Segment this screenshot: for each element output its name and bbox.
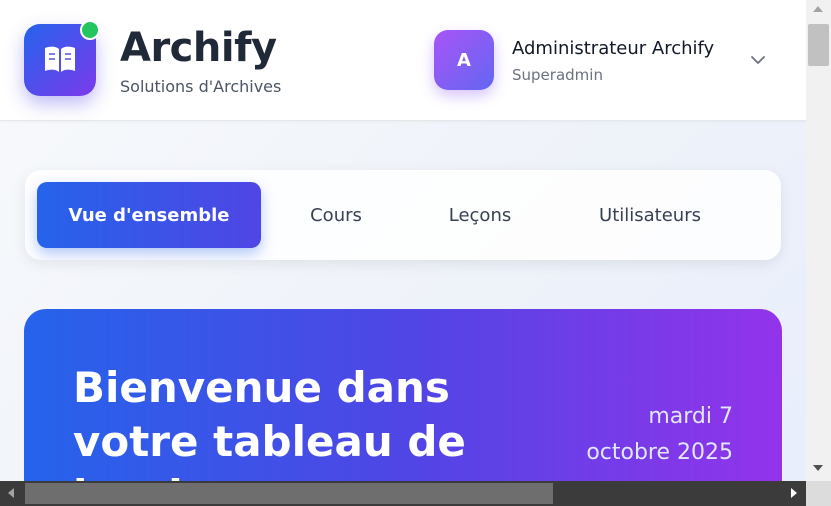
chevron-down-icon[interactable] [750, 52, 766, 68]
scroll-up-arrow-icon[interactable] [812, 4, 824, 14]
vertical-scrollbar-thumb[interactable] [808, 24, 829, 66]
app-header: Archify Solutions d'Archives A Administr… [0, 0, 806, 121]
scrollbar-corner [806, 481, 831, 506]
book-open-icon [45, 46, 75, 72]
tab-overview[interactable]: Vue d'ensemble [37, 182, 261, 248]
scroll-right-arrow-icon[interactable] [789, 487, 799, 499]
scroll-left-arrow-icon[interactable] [6, 487, 16, 499]
online-status-dot [80, 20, 100, 40]
date-line-2: octobre 2025 [586, 440, 733, 465]
vertical-scrollbar[interactable] [806, 0, 831, 481]
tab-courses[interactable]: Cours [281, 182, 391, 248]
date-line-1: mardi 7 [648, 404, 733, 429]
brand-subtitle: Solutions d'Archives [120, 77, 282, 96]
brand-title: Archify [120, 25, 277, 71]
tab-lessons[interactable]: Leçons [425, 182, 535, 248]
welcome-title: Bienvenue dans votre tableau de bord [73, 363, 466, 481]
user-name[interactable]: Administrateur Archify [512, 37, 714, 61]
user-avatar[interactable]: A [434, 30, 494, 90]
scroll-down-arrow-icon[interactable] [812, 463, 824, 473]
tab-users[interactable]: Utilisateurs [575, 182, 725, 248]
user-role: Superadmin [512, 66, 603, 84]
navigation-tabs: Vue d'ensemble Cours Leçons Utilisateurs… [25, 170, 781, 260]
welcome-banner: Bienvenue dans votre tableau de bord mar… [24, 309, 782, 481]
main-viewport: Archify Solutions d'Archives A Administr… [0, 0, 806, 481]
current-date: mardi 7 octobre 2025 [533, 399, 733, 471]
horizontal-scrollbar-thumb[interactable] [25, 483, 553, 504]
